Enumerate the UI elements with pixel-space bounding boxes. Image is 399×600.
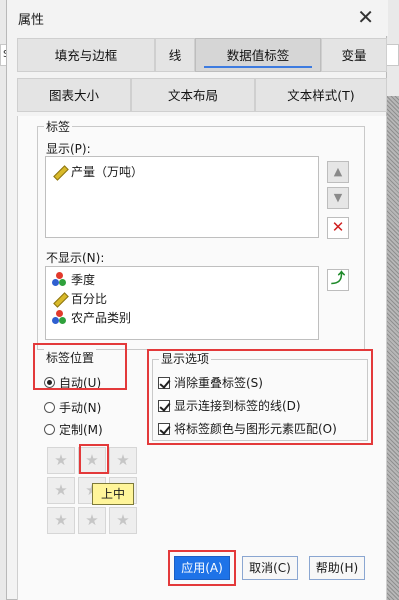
list-item[interactable]: 产量（万吨） — [52, 163, 143, 181]
tab-data-labels[interactable]: 数据值标签 — [195, 38, 321, 72]
tab-chart-size[interactable]: 图表大小 — [17, 78, 131, 112]
cancel-button[interactable]: 取消(C) — [242, 556, 298, 580]
position-tooltip: 上中 — [92, 483, 134, 505]
display-options-highlight — [147, 349, 373, 445]
list-item[interactable]: 百分比 — [52, 290, 107, 308]
properties-dialog: 属性 ✕ 填充与边框 线 数据值标签 变量 图表大小 文本布局 文本样式(T) … — [6, 0, 388, 600]
list-item-label: 季度 — [71, 273, 96, 287]
list-item[interactable]: 农产品类别 — [52, 309, 131, 327]
list-item-label: 百分比 — [71, 292, 108, 306]
radio-dot — [44, 402, 55, 413]
list-item-label: 农产品类别 — [71, 311, 132, 325]
selected-cell-highlight — [79, 444, 109, 474]
list-item-label: 产量（万吨） — [71, 165, 144, 179]
labels-group-title: 标签 — [44, 118, 73, 135]
move-up-button[interactable]: ▲ — [327, 161, 349, 183]
move-down-button[interactable]: ▼ — [327, 187, 349, 209]
category-balls-icon — [52, 272, 67, 287]
position-cell-middle-left[interactable]: ★ — [47, 477, 75, 504]
category-balls-icon — [52, 310, 67, 325]
radio-manual[interactable]: 手动(N) — [44, 399, 101, 416]
remove-icon[interactable]: ✕ — [327, 217, 349, 239]
background-pattern — [385, 96, 399, 600]
hidden-list-label: 不显示(N): — [46, 251, 105, 265]
ruler-icon — [52, 291, 67, 306]
radio-dot — [44, 424, 55, 435]
tab-variables[interactable]: 变量 — [321, 38, 387, 72]
position-cell-bottom-left[interactable]: ★ — [47, 507, 75, 534]
background-right-strip — [385, 44, 399, 66]
label-position-highlight — [33, 343, 127, 390]
position-cell-bottom-center[interactable]: ★ — [78, 507, 106, 534]
tab-fill-border[interactable]: 填充与边框 — [17, 38, 155, 72]
shown-list-label: 显示(P): — [46, 142, 91, 156]
shown-labels-list[interactable]: 产量（万吨） — [45, 156, 319, 238]
radio-label: 手动(N) — [59, 401, 102, 415]
tab-line[interactable]: 线 — [155, 38, 195, 72]
hidden-labels-list[interactable]: 季度 百分比 农产品类别 — [45, 266, 319, 340]
tab-text-style[interactable]: 文本样式(T) — [255, 78, 387, 112]
list-item[interactable]: 季度 — [52, 271, 95, 289]
title-bar: 属性 ✕ — [7, 0, 388, 36]
position-cell-top-left[interactable]: ★ — [47, 447, 75, 474]
dialog-title: 属性 — [18, 13, 45, 28]
apply-highlight — [168, 550, 236, 586]
close-icon[interactable]: ✕ — [357, 6, 374, 28]
tab-text-layout[interactable]: 文本布局 — [131, 78, 255, 112]
position-cell-bottom-right[interactable]: ★ — [109, 507, 137, 534]
help-button[interactable]: 帮助(H) — [309, 556, 365, 580]
move-to-shown-icon[interactable]: ⤴ — [327, 269, 349, 291]
ruler-icon — [52, 164, 67, 179]
radio-custom[interactable]: 定制(M) — [44, 421, 103, 438]
radio-label: 定制(M) — [59, 423, 103, 437]
position-cell-top-right[interactable]: ★ — [109, 447, 137, 474]
